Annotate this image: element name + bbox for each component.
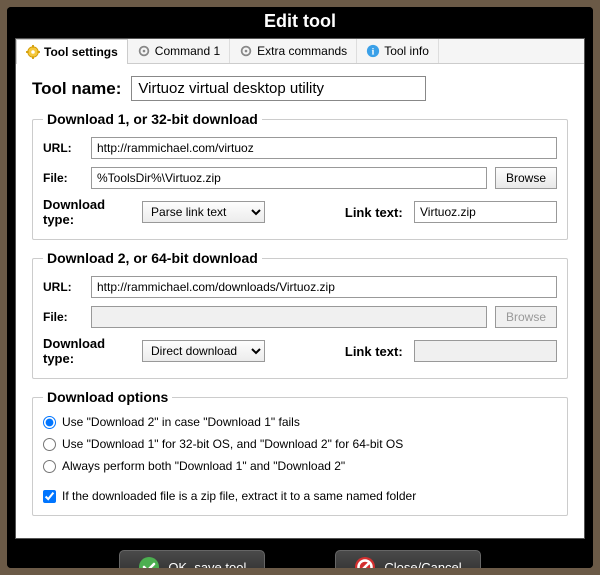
file-label: File:: [43, 310, 83, 324]
file-label: File:: [43, 171, 83, 185]
tab-tool-settings[interactable]: Tool settings: [16, 39, 128, 64]
opt-both-radio[interactable]: [43, 460, 56, 473]
dl1-file-input[interactable]: [91, 167, 487, 189]
link-text-label: Link text:: [345, 205, 406, 220]
link-text-label: Link text:: [345, 344, 406, 359]
dl2-link-text-input: [414, 340, 557, 362]
dl1-download-type-select[interactable]: Parse link text: [142, 201, 265, 223]
dl2-browse-button: Browse: [495, 306, 557, 328]
opt-fallback-label: Use "Download 2" in case "Download 1" fa…: [62, 415, 300, 429]
download-1-group: Download 1, or 32-bit download URL: File…: [32, 111, 568, 240]
opt-extract-label: If the downloaded file is a zip file, ex…: [62, 489, 416, 503]
opt-extract-checkbox[interactable]: [43, 490, 56, 503]
download-options-legend: Download options: [43, 389, 172, 405]
download-2-group: Download 2, or 64-bit download URL: File…: [32, 250, 568, 379]
tool-name-label: Tool name:: [32, 79, 121, 99]
dl2-download-type-select[interactable]: Direct download: [142, 340, 265, 362]
download-type-label: Download type:: [43, 197, 134, 227]
ok-label: OK, save tool: [168, 560, 246, 569]
download-type-label: Download type:: [43, 336, 134, 366]
tab-command-1[interactable]: Command 1: [128, 39, 230, 63]
tab-label: Extra commands: [257, 44, 347, 58]
dl1-link-text-input[interactable]: [414, 201, 557, 223]
check-icon: [138, 556, 160, 568]
gear-icon: [26, 45, 40, 59]
tab-extra-commands[interactable]: Extra commands: [230, 39, 357, 63]
gear-icon: [137, 44, 151, 58]
svg-text:i: i: [372, 47, 375, 58]
ok-save-button[interactable]: OK, save tool: [119, 550, 265, 568]
tab-label: Command 1: [155, 44, 220, 58]
tab-tool-info[interactable]: i Tool info: [357, 39, 439, 63]
dl1-url-input[interactable]: [91, 137, 557, 159]
opt-both-label: Always perform both "Download 1" and "Do…: [62, 459, 345, 473]
opt-arch-radio[interactable]: [43, 438, 56, 451]
url-label: URL:: [43, 280, 83, 294]
tab-label: Tool settings: [44, 45, 118, 59]
info-icon: i: [366, 44, 380, 58]
url-label: URL:: [43, 141, 83, 155]
tab-label: Tool info: [384, 44, 429, 58]
dl2-url-input[interactable]: [91, 276, 557, 298]
opt-arch-label: Use "Download 1" for 32-bit OS, and "Dow…: [62, 437, 403, 451]
download-options-group: Download options Use "Download 2" in cas…: [32, 389, 568, 516]
dl1-browse-button[interactable]: Browse: [495, 167, 557, 189]
tool-name-input[interactable]: [131, 76, 426, 101]
download-1-legend: Download 1, or 32-bit download: [43, 111, 262, 127]
opt-fallback-radio[interactable]: [43, 416, 56, 429]
window-title: Edit tool: [7, 7, 593, 38]
prohibit-icon: [354, 556, 376, 568]
tab-bar: Tool settings Command 1 Extra commands i…: [16, 39, 584, 64]
close-cancel-button[interactable]: Close/Cancel: [335, 550, 480, 568]
gear-icon: [239, 44, 253, 58]
cancel-label: Close/Cancel: [384, 560, 461, 569]
dl2-file-input[interactable]: [91, 306, 487, 328]
download-2-legend: Download 2, or 64-bit download: [43, 250, 262, 266]
